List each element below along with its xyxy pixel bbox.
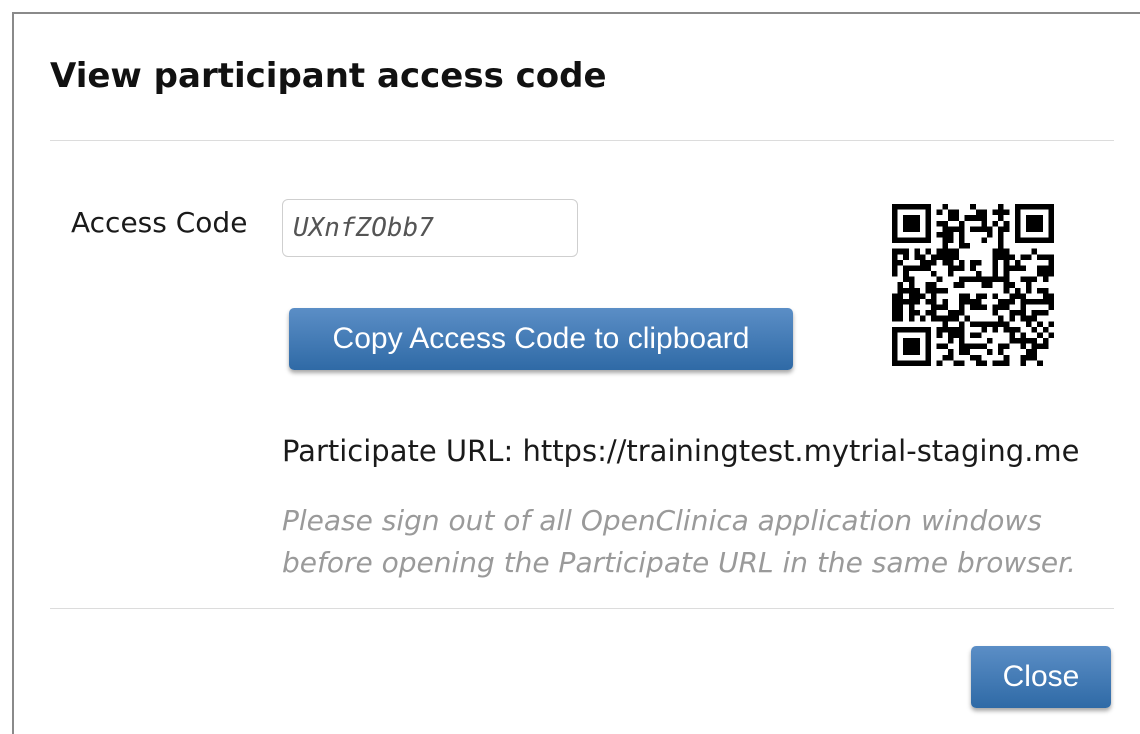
sign-out-note-line-2: before opening the Participate URL in th… — [282, 546, 1076, 579]
footer-divider — [50, 608, 1114, 609]
access-code-label: Access Code — [71, 206, 248, 239]
dialog-title: View participant access code — [50, 56, 607, 96]
sign-out-note: Please sign out of all OpenClinica appli… — [282, 500, 1102, 584]
header-divider — [50, 140, 1114, 141]
qr-code-icon — [892, 204, 1054, 366]
participate-url: Participate URL: https://trainingtest.my… — [282, 434, 1080, 468]
copy-access-code-button[interactable]: Copy Access Code to clipboard — [289, 308, 793, 370]
access-code-field[interactable] — [282, 199, 578, 257]
sign-out-note-line-1: Please sign out of all OpenClinica appli… — [282, 504, 1042, 537]
close-button[interactable]: Close — [971, 646, 1111, 708]
access-code-dialog: View participant access code Access Code… — [12, 12, 1140, 734]
